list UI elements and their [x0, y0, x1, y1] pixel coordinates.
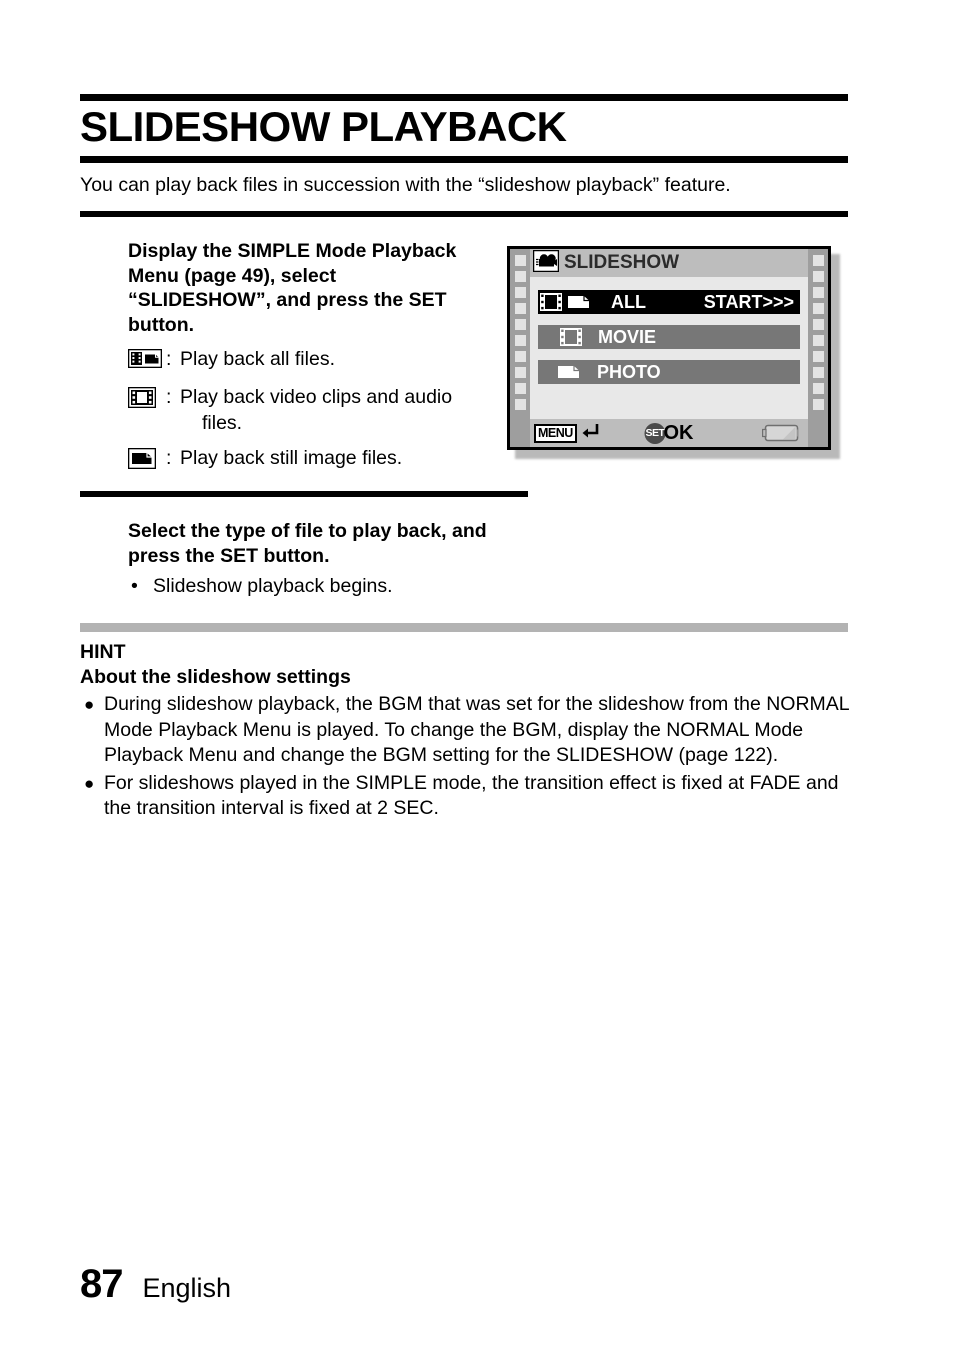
step-2-block: Select the type of file to play back, an… — [128, 519, 528, 599]
hint-divider-bar — [80, 623, 848, 632]
lcd-screen-mockup: SLIDESHOW ALL START>>> MOVIE PHOTO MENU … — [507, 246, 831, 450]
set-ok-group: SET OK — [644, 421, 694, 445]
hint-block: HINT About the slideshow settings ● Duri… — [80, 640, 860, 822]
hint-list: ● During slideshow playback, the BGM tha… — [80, 692, 860, 822]
film-icon — [127, 384, 166, 415]
lcd-menu-body: ALL START>>> MOVIE PHOTO — [530, 277, 808, 419]
return-arrow-icon — [580, 422, 600, 445]
lcd-row-label-movie: MOVIE — [598, 326, 657, 347]
menu-button-badge[interactable]: MENU — [534, 423, 577, 443]
icon-legend-item-photo: : Play back still image files. — [127, 445, 483, 476]
lcd-menu-row-photo[interactable]: PHOTO — [538, 360, 800, 384]
film-photo-icon — [127, 346, 166, 375]
bullet-dot: ● — [84, 773, 95, 793]
camcorder-icon — [532, 249, 560, 277]
lcd-row-label-photo: PHOTO — [597, 361, 661, 382]
lcd-left-perforation-strip — [510, 249, 530, 447]
film-icon — [538, 293, 562, 311]
photo-icon — [562, 293, 593, 311]
bullet-dot: • — [131, 575, 138, 597]
battery-icon — [762, 423, 800, 443]
lcd-row-label-all: ALL — [611, 291, 646, 312]
rule-above-step2 — [80, 491, 528, 497]
page-number: 87 — [80, 1262, 123, 1306]
language-label: English — [142, 1273, 232, 1303]
step-2-bullet: • Slideshow playback begins. — [128, 573, 528, 599]
lcd-row-start-label: START>>> — [703, 291, 794, 312]
lcd-menu-row-movie[interactable]: MOVIE — [538, 325, 800, 349]
legend-text-photo: Play back still image files. — [180, 447, 403, 469]
rule-above-step1 — [80, 211, 848, 217]
page-footer: 87 English — [80, 1262, 231, 1307]
lcd-inner-screen: SLIDESHOW ALL START>>> MOVIE PHOTO MENU … — [530, 249, 808, 447]
hint-subtitle: About the slideshow settings — [80, 666, 351, 688]
bullet-dot: ● — [84, 695, 95, 714]
page-title: SLIDESHOW PLAYBACK — [80, 103, 567, 150]
lcd-title-label: SLIDESHOW — [564, 252, 680, 273]
hint-list-item: ● During slideshow playback, the BGM tha… — [80, 692, 860, 769]
step-1-block: Display the SIMPLE Mode Playback Menu (p… — [127, 239, 483, 476]
hint-item-text: For slideshows played in the SIMPLE mode… — [104, 771, 839, 820]
legend-text-movie-line2: files. — [202, 412, 243, 434]
photo-icon — [127, 445, 166, 476]
legend-text-movie: Play back video clips and audio files. — [178, 384, 483, 436]
lcd-title-bar: SLIDESHOW — [530, 249, 808, 277]
hint-list-item: ● For slideshows played in the SIMPLE mo… — [80, 771, 860, 822]
photo-icon — [538, 363, 583, 381]
icon-legend-item-movie: : Play back video clips and audio files. — [127, 384, 483, 436]
lcd-footer-bar: MENU SET OK — [530, 419, 808, 447]
lcd-right-perforation-strip — [808, 249, 828, 447]
legend-colon: : — [166, 348, 172, 370]
film-icon — [538, 328, 582, 346]
legend-colon: : — [166, 447, 172, 469]
step-2-heading: Select the type of file to play back, an… — [128, 520, 487, 567]
lcd-menu-row-all[interactable]: ALL START>>> — [538, 290, 800, 314]
hint-item-text: During slideshow playback, the BGM that … — [104, 693, 849, 766]
step-1-heading: Display the SIMPLE Mode Playback Menu (p… — [128, 240, 457, 336]
legend-text-movie-line1: Play back video clips and audio — [180, 386, 453, 408]
manual-page: SLIDESHOW PLAYBACK You can play back fil… — [0, 0, 954, 1350]
hint-label: HINT — [80, 641, 126, 663]
icon-legend-item-all: : Play back all files. — [127, 346, 483, 375]
intro-paragraph: You can play back files in succession wi… — [80, 174, 731, 196]
set-button-badge[interactable]: SET — [644, 422, 666, 444]
step-2-bullet-text: Slideshow playback begins. — [153, 575, 393, 597]
ok-label: OK — [663, 421, 694, 444]
rule-below-title — [80, 156, 848, 163]
legend-colon: : — [166, 386, 172, 408]
legend-text-all: Play back all files. — [180, 348, 335, 370]
